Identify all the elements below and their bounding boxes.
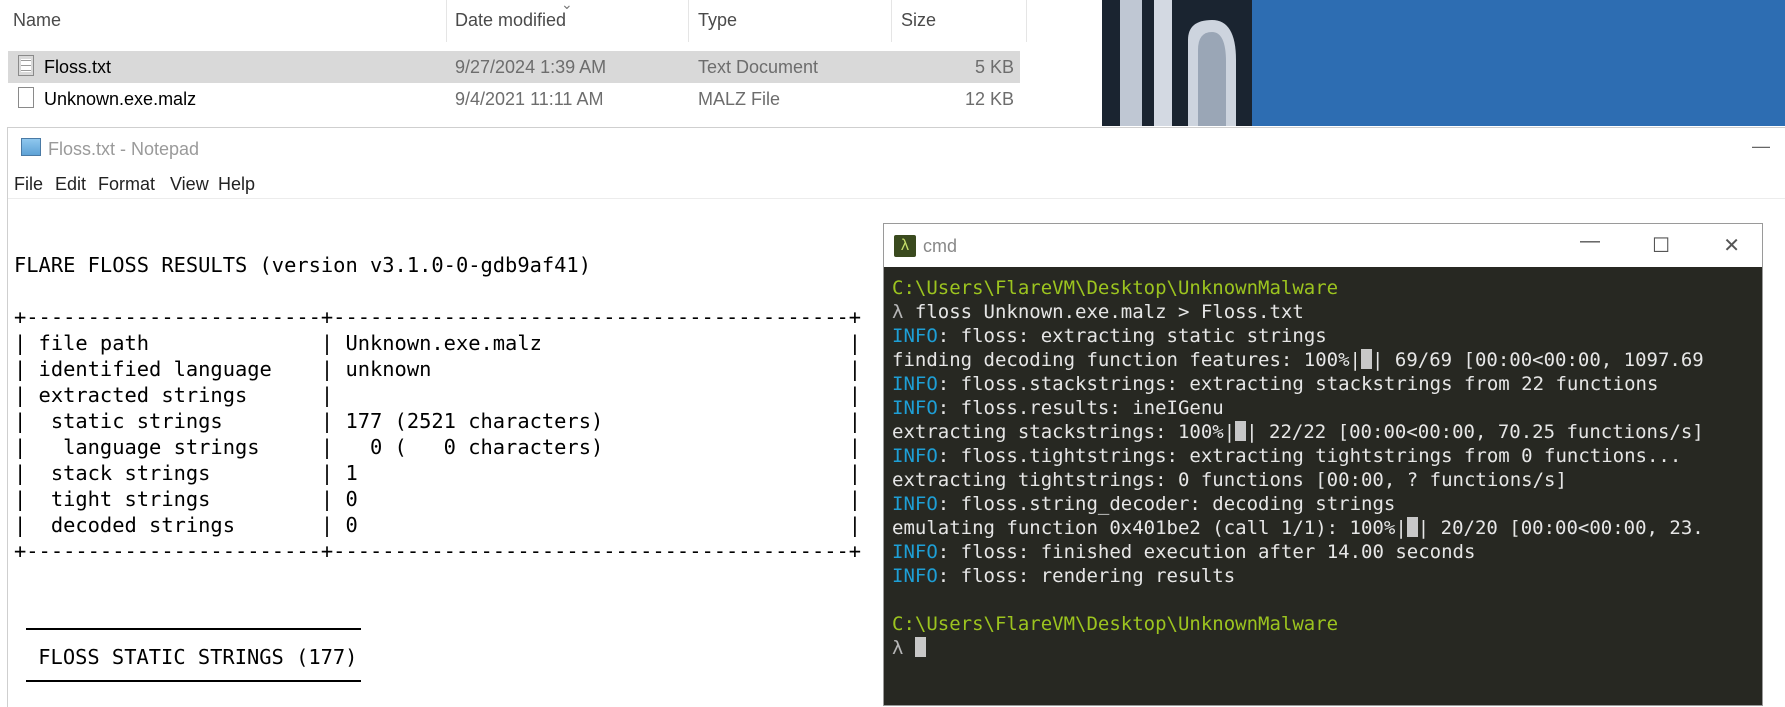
notepad-menu-bar: File Edit Format View Help [8,170,1785,199]
table-row: | identified language | unknown | [14,357,862,381]
terminal-line: finding decoding function features: 100%… [892,348,1762,372]
progress-text: extracting stackstrings: 100%| [892,421,1236,443]
prompt-path: C:\Users\FlareVM\Desktop\UnknownMalware [892,277,1339,299]
file-name: Floss.txt [44,57,112,77]
terminal-line: INFO: floss: finished execution after 14… [892,540,1762,564]
column-header-date[interactable]: Date modified [455,10,566,31]
file-explorer-list: Name ⌄ Date modified Type Size Floss.txt… [0,0,1100,128]
terminal-line: emulating function 0x401be2 (call 1/1): … [892,516,1762,540]
maximize-icon[interactable]: ☐ [1652,233,1670,258]
file-date: 9/4/2021 11:11 AM [455,89,604,109]
progress-text: | 69/69 [00:00<00:00, 1097.69 [1372,349,1704,371]
file-row-floss-txt[interactable]: Floss.txt 9/27/2024 1:39 AM Text Documen… [8,51,1020,83]
log-text: : floss.string_decoder: decoding strings [937,493,1396,515]
table-row: | language strings | 0 ( 0 characters) | [14,435,862,459]
minimize-icon[interactable]: — [1752,136,1770,157]
info-tag: INFO [892,373,938,395]
menu-format[interactable]: Format [98,174,155,195]
wallpaper-graphic [1102,0,1785,126]
log-text: : floss: rendering results [937,565,1236,587]
column-divider[interactable] [1026,0,1027,42]
info-tag: INFO [892,397,938,419]
file-type: Text Document [698,57,819,77]
table-row: | stack strings | 1 | [14,461,862,485]
column-divider[interactable] [688,0,689,42]
progress-block [1235,421,1247,441]
notepad-icon [21,138,41,156]
terminal-output[interactable]: C:\Users\FlareVM\Desktop\UnknownMalware … [892,276,1762,705]
log-text: : floss.stackstrings: extracting stackst… [937,373,1659,395]
command-text: floss Unknown.exe.malz > Floss.txt [903,301,1304,323]
info-tag: INFO [892,493,938,515]
log-text: : floss.tightstrings: extracting tightst… [937,445,1682,467]
column-divider[interactable] [891,0,892,42]
progress-text: | 20/20 [00:00<00:00, 23. [1417,517,1704,539]
column-header-type[interactable]: Type [698,10,737,31]
column-header-name[interactable]: Name [13,10,61,31]
menu-file[interactable]: File [14,174,43,195]
static-strings-heading: FLOSS STATIC STRINGS (177) [26,645,358,669]
cmd-title-bar[interactable]: λ cmd — ☐ ✕ [884,224,1762,267]
terminal-line: INFO: floss.tightstrings: extracting tig… [892,444,1762,468]
table-row: | extracted strings | | [14,383,862,407]
column-header-size[interactable]: Size [901,10,936,31]
terminal-line: INFO: floss.results: ineIGenu [892,396,1762,420]
log-text: : floss: finished execution after 14.00 … [937,541,1476,563]
minimize-icon[interactable]: — [1580,230,1600,253]
text-cursor [914,637,926,657]
terminal-line: INFO: floss.stackstrings: extracting sta… [892,372,1762,396]
notepad-title: Floss.txt - Notepad [48,139,200,159]
desktop-wallpaper [1102,0,1785,126]
heading-rule [26,680,361,682]
blank-file-icon [18,87,34,108]
log-text: : floss: extracting static strings [937,325,1327,347]
terminal-line: λ [892,636,1762,660]
file-type: MALZ File [698,89,781,109]
file-row-unknown-exe-malz[interactable]: Unknown.exe.malz 9/4/2021 11:11 AM MALZ … [8,83,1020,115]
notepad-title-bar[interactable]: Floss.txt - Notepad — [8,128,1785,160]
progress-text: | 22/22 [00:00<00:00, 70.25 functions/s] [1246,421,1704,443]
log-text: : floss.results: ineIGenu [937,397,1224,419]
terminal-line: INFO: floss: rendering results [892,564,1762,588]
info-tag: INFO [892,541,938,563]
file-size: 5 KB [974,57,1014,77]
text-document-icon [18,55,34,76]
menu-edit[interactable]: Edit [55,174,86,195]
floss-header-line: FLARE FLOSS RESULTS (version v3.1.0-0-gd… [14,253,591,277]
table-row: | decoded strings | 0 | [14,513,862,537]
cmd-window: λ cmd — ☐ ✕ C:\Users\FlareVM\Desktop\Unk… [883,223,1763,706]
table-border-line: +------------------------+--------------… [14,539,862,563]
table-row: | file path | Unknown.exe.malz | [14,331,862,355]
file-size: 12 KB [964,89,1014,109]
terminal-line: INFO: floss: extracting static strings [892,324,1762,348]
progress-block [1406,517,1418,537]
terminal-line: extracting tightstrings: 0 functions [00… [892,469,1567,491]
lambda-prompt: λ [892,637,904,659]
cmder-icon: λ [894,235,916,257]
cmd-title: cmd [923,236,958,256]
progress-block [1361,349,1372,369]
column-divider[interactable] [446,0,447,42]
progress-text: finding decoding function features: 100%… [892,349,1361,371]
table-row: | static strings | 177 (2521 characters)… [14,409,862,433]
menu-view[interactable]: View [170,174,209,195]
info-tag: INFO [892,565,938,587]
heading-rule [26,628,361,630]
terminal-line: extracting stackstrings: 100%| | 22/22 [0… [892,420,1762,444]
table-border-line: +------------------------+--------------… [14,305,862,329]
terminal-line: INFO: floss.string_decoder: decoding str… [892,492,1762,516]
prompt-path: C:\Users\FlareVM\Desktop\UnknownMalware [892,613,1339,635]
close-icon[interactable]: ✕ [1723,233,1740,258]
menu-help[interactable]: Help [218,174,255,195]
table-row: | tight strings | 0 | [14,487,862,511]
terminal-line: λ floss Unknown.exe.malz > Floss.txt [892,300,1762,324]
progress-text: emulating function 0x401be2 (call 1/1): … [892,517,1407,539]
info-tag: INFO [892,325,938,347]
file-name: Unknown.exe.malz [44,89,197,109]
file-date: 9/27/2024 1:39 AM [455,57,607,77]
lambda-prompt: λ [892,301,904,323]
info-tag: INFO [892,445,938,467]
